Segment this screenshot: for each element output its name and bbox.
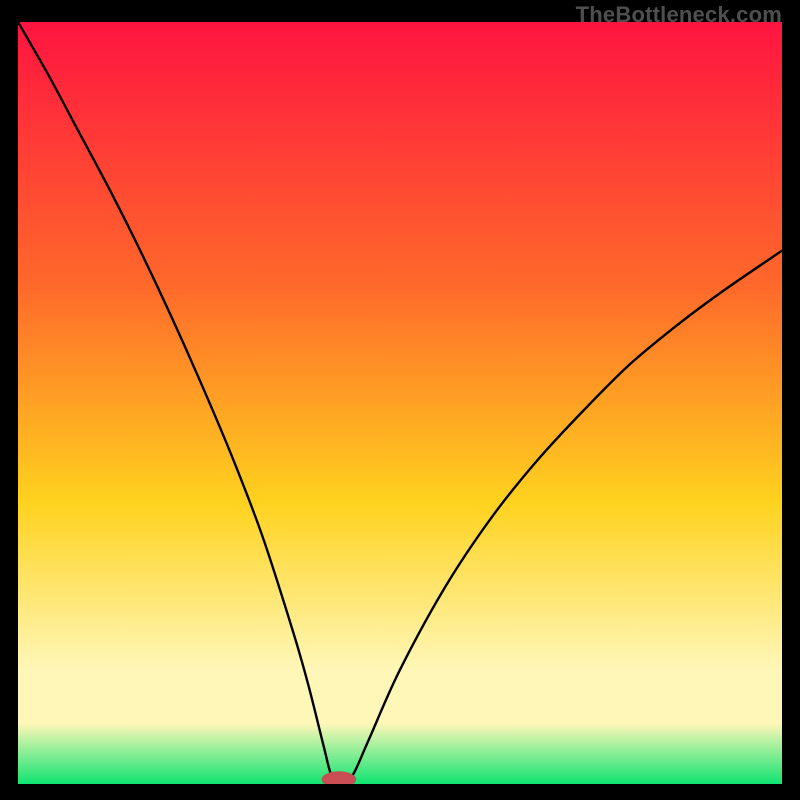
chart-svg [18, 22, 782, 784]
watermark-text: TheBottleneck.com [576, 2, 782, 28]
optimum-marker-icon [322, 772, 356, 784]
chart-frame: TheBottleneck.com [0, 0, 800, 800]
chart-plot-area [18, 22, 782, 784]
